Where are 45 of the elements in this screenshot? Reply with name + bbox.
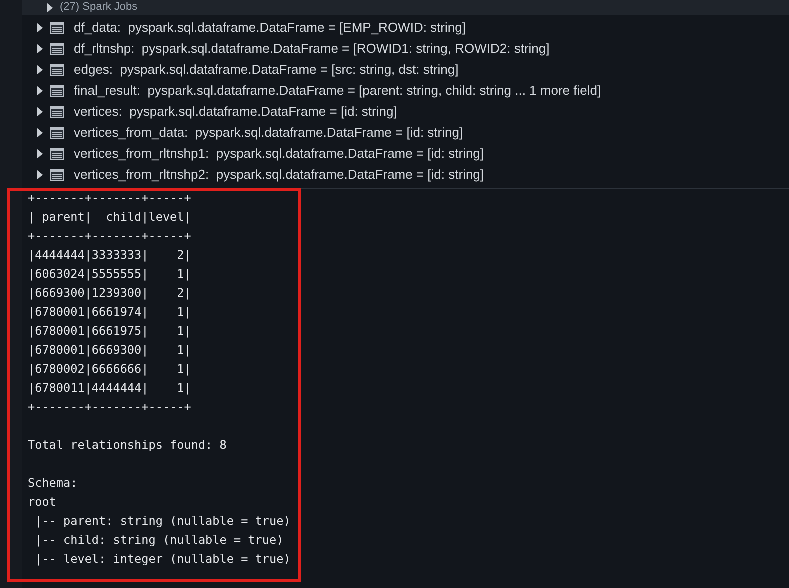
variable-entry: vertices: pyspark.sql.dataframe.DataFrame = [id: string]: [74, 104, 398, 119]
chevron-icon[interactable]: [36, 44, 44, 54]
table-output-line: | parent| child|level|: [28, 209, 192, 226]
chevron-icon[interactable]: [36, 64, 44, 74]
variable-entry: vertices_from_rltnshp2: pyspark.sql.dataframe.DataFrame = [id: string]: [74, 167, 484, 182]
chevron-icon[interactable]: [36, 170, 44, 180]
table-output-line: |6780001|6661975| 1|: [28, 323, 192, 340]
table-icon: [50, 148, 64, 160]
chevron-icon[interactable]: [36, 106, 44, 116]
variable-entry: edges: pyspark.sql.dataframe.DataFrame = [src: string, dst: string]: [74, 62, 459, 77]
chevron-icon[interactable]: [36, 128, 44, 138]
spark-jobs-header[interactable]: (27) Spark Jobs: [22, 0, 789, 15]
schema-line: Schema:: [28, 475, 79, 492]
table-output-line: |6669300|1239300| 2|: [28, 285, 192, 302]
schema-line: |-- parent: string (nullable = true): [34, 513, 292, 530]
table-icon: [50, 42, 64, 54]
table-icon: [50, 84, 64, 96]
chevron-icon[interactable]: [36, 22, 44, 32]
variable-entry: df_rltnshp: pyspark.sql.dataframe.DataFrame = [ROWID1: string, ROWID2: string]: [74, 41, 550, 56]
chevron-icon[interactable]: [36, 148, 44, 158]
table-output-line: |6780002|6666666| 1|: [28, 361, 192, 378]
chevron-icon[interactable]: [46, 2, 54, 12]
chevron-icon[interactable]: [36, 86, 44, 96]
schema-line: root: [28, 494, 58, 511]
variable-entry: vertices_from_rltnshp1: pyspark.sql.dataframe.DataFrame = [id: string]: [74, 146, 484, 161]
variable-entry: final_result: pyspark.sql.dataframe.DataFrame = [parent: string, child: string ... 1 more field]: [74, 83, 602, 98]
table-output-line: |6780011|4444444| 1|: [28, 380, 192, 397]
spark-jobs-label: (27) Spark Jobs: [60, 0, 138, 15]
table-output-line: |4444444|3333333| 2|: [28, 247, 192, 264]
table-icon: [50, 126, 64, 138]
schema-line: |-- level: integer (nullable = true): [34, 551, 292, 568]
table-output-line: |6780001|6661974| 1|: [28, 304, 192, 321]
variable-entry: df_data: pyspark.sql.dataframe.DataFrame = [EMP_ROWID: string]: [74, 20, 466, 35]
schema-line: |-- child: string (nullable = true): [34, 532, 285, 549]
table-icon: [50, 106, 64, 118]
table-icon: [50, 22, 64, 34]
table-output-line: +-------+-------+-----+: [28, 228, 192, 245]
table-output-line: |6780001|6669300| 1|: [28, 342, 192, 359]
table-output-line: +-------+-------+-----+: [28, 190, 192, 207]
table-icon: [50, 168, 64, 180]
table-icon: [50, 64, 64, 76]
variable-entry: vertices_from_data: pyspark.sql.dataframe.DataFrame = [id: string]: [74, 125, 464, 140]
summary-line: Total relationships found: 8: [28, 437, 228, 454]
table-output-line: |6063024|5555555| 1|: [28, 266, 192, 283]
table-output-line: +-------+-------+-----+: [28, 399, 192, 416]
